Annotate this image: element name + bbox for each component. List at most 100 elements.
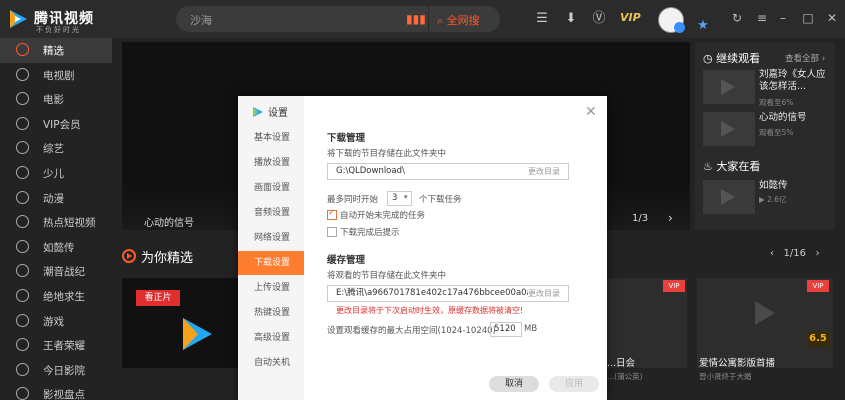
continue-thumb-2[interactable] bbox=[703, 112, 755, 146]
sidebar-item-variety[interactable]: 综艺 bbox=[0, 136, 112, 161]
continue-name-2[interactable]: 心动的信号 bbox=[759, 112, 833, 124]
popular-views-1: ▶ 2.6亿 bbox=[759, 195, 787, 204]
nav-network[interactable]: 网络设置 bbox=[238, 226, 304, 250]
close-icon[interactable]: ✕ bbox=[824, 10, 840, 26]
content-card-3[interactable]: VIP 6.5 爱情公寓影版首播 曾小贤终于大婚 bbox=[697, 278, 833, 381]
concurrent-prefix: 最多同时开始 bbox=[327, 195, 379, 205]
section-pager: ‹ 1/16 › bbox=[770, 248, 820, 259]
sidebar-item-pubg[interactable]: 绝地求生 bbox=[0, 284, 112, 309]
concurrent-suffix: 个下载任务 bbox=[419, 195, 462, 205]
search-all-label: ⌕ 全网搜 bbox=[437, 14, 480, 27]
chevron-left-icon[interactable]: ‹ bbox=[770, 248, 774, 259]
cancel-button[interactable]: 取消 bbox=[489, 376, 539, 392]
continue-thumb-1[interactable] bbox=[703, 70, 755, 104]
download-icon[interactable]: ⬇ bbox=[562, 10, 580, 28]
nav-advanced[interactable]: 高级设置 bbox=[238, 326, 304, 350]
notify-label: 下载完成后提示 bbox=[340, 228, 400, 238]
cache-max-input[interactable]: 5120 bbox=[490, 322, 522, 337]
download-heading: 下载管理 bbox=[327, 133, 366, 144]
search-input[interactable]: 沙海 ▮▮▮ bbox=[176, 6, 428, 32]
sidebar-item-shortvideo[interactable]: 热点短视频 bbox=[0, 210, 112, 235]
popular-title: ♨ 大家在看 bbox=[703, 160, 761, 173]
settings-title: 设置 bbox=[268, 108, 288, 119]
history-icon[interactable]: ☰ bbox=[533, 10, 551, 28]
concurrent-select[interactable]: 3 bbox=[387, 191, 412, 206]
cache-warning: 更改目录将于下次启动时生效，原缓存数据将被清空! bbox=[336, 306, 524, 315]
sidebar-item-ruyi[interactable]: 如懿传 bbox=[0, 235, 112, 260]
view-all-link[interactable]: 查看全部 › bbox=[785, 52, 825, 64]
content-card-1[interactable]: 看正片 bbox=[122, 278, 238, 368]
cache-change-dir-button[interactable]: 更改目录 bbox=[528, 288, 560, 299]
nav-picture[interactable]: 画面设置 bbox=[238, 176, 304, 200]
hot-search-icon[interactable]: ▮▮▮ bbox=[406, 12, 426, 26]
anime-icon bbox=[16, 190, 29, 204]
featured-icon bbox=[16, 43, 29, 56]
vip-icon bbox=[16, 116, 29, 130]
right-panel: ◷ 继续观看 查看全部 › 刘嘉玲《女人应该怎样活... 观看至6% 心动的信号… bbox=[695, 42, 835, 230]
search-all-button[interactable]: ⌕ 全网搜 bbox=[428, 6, 500, 32]
nav-auto-shutdown[interactable]: 自动关机 bbox=[238, 351, 304, 375]
sidebar-item-music[interactable]: 潮音战纪 bbox=[0, 259, 112, 284]
content-card-2[interactable]: VIP ...日会 ...(蒲公英) bbox=[607, 278, 687, 381]
refresh-icon[interactable]: ↻ bbox=[729, 10, 745, 26]
maximize-icon[interactable]: □ bbox=[800, 10, 816, 26]
top-bar: 腾讯视频 不负好时光 沙海 ▮▮▮ ⌕ 全网搜 ☰ ⬇ Ⓥ VIP ★ ↻ ≡ … bbox=[0, 0, 845, 38]
settings-logo-icon bbox=[253, 107, 263, 117]
sidebar: 精选 电视剧 电影 VIP会员 综艺 少儿 动漫 热点短视频 如懿传 潮音战纪 … bbox=[0, 38, 112, 400]
popular-thumb-1[interactable] bbox=[703, 180, 755, 214]
sidebar-item-anime[interactable]: 动漫 bbox=[0, 186, 112, 211]
game-icon bbox=[16, 288, 29, 302]
search-query: 沙海 bbox=[190, 14, 212, 27]
sidebar-item-tv[interactable]: 电视剧 bbox=[0, 63, 112, 88]
cache-desc: 将观看的节目存储在此文件夹中 bbox=[327, 271, 447, 281]
honor-icon bbox=[16, 338, 29, 352]
nav-audio[interactable]: 音频设置 bbox=[238, 201, 304, 225]
star-icon[interactable]: ★ bbox=[694, 17, 712, 35]
search-icon: ⌕ bbox=[437, 14, 444, 27]
continue-watching-title: ◷ 继续观看 bbox=[703, 52, 761, 65]
popular-name-1[interactable]: 如懿传 bbox=[759, 180, 833, 192]
app-window: 腾讯视频 不负好时光 沙海 ▮▮▮ ⌕ 全网搜 ☰ ⬇ Ⓥ VIP ★ ↻ ≡ … bbox=[0, 0, 845, 400]
sidebar-item-vip[interactable]: VIP会员 bbox=[0, 112, 112, 137]
close-icon[interactable]: ✕ bbox=[585, 104, 597, 120]
play-placeholder-icon bbox=[755, 301, 775, 325]
nav-upload[interactable]: 上传设置 bbox=[238, 276, 304, 300]
vip-badge: VIP bbox=[663, 280, 685, 292]
nav-download[interactable]: 下载设置 bbox=[238, 251, 304, 275]
chevron-right-icon[interactable]: › bbox=[668, 211, 673, 225]
auto-start-checkbox[interactable] bbox=[327, 208, 337, 220]
card-title-3: 爱情公寓影版首播 bbox=[699, 358, 776, 369]
play-logo-icon bbox=[183, 318, 212, 350]
review-icon bbox=[16, 387, 29, 400]
sidebar-item-review[interactable]: 影视盘点 bbox=[0, 382, 112, 400]
cache-max-label: 设置观看缓存的最大占用空间(1024-10240) bbox=[327, 326, 496, 336]
menu-icon[interactable]: ≡ bbox=[754, 10, 770, 26]
nav-basic[interactable]: 基本设置 bbox=[238, 126, 304, 150]
card-sub-2: ...(蒲公英) bbox=[607, 372, 643, 381]
nav-hotkey[interactable]: 热键设置 bbox=[238, 301, 304, 325]
app-logo[interactable]: 腾讯视频 不负好时光 bbox=[6, 5, 106, 34]
continue-name-1[interactable]: 刘嘉玲《女人应该怎样活... bbox=[759, 69, 833, 93]
cache-unit: MB bbox=[524, 324, 538, 334]
sidebar-item-kids[interactable]: 少儿 bbox=[0, 161, 112, 186]
notify-checkbox[interactable] bbox=[327, 227, 337, 237]
sidebar-item-featured[interactable]: 精选 bbox=[0, 38, 112, 63]
logo-slogan: 不负好时光 bbox=[36, 26, 81, 34]
apply-button[interactable]: 应用 bbox=[549, 376, 599, 392]
sidebar-item-cinema[interactable]: 今日影院 bbox=[0, 358, 112, 383]
banner-title: 心动的信号 bbox=[144, 218, 194, 229]
chevron-right-icon[interactable]: › bbox=[816, 248, 820, 259]
download-change-dir-button[interactable]: 更改目录 bbox=[528, 166, 560, 177]
sidebar-item-honor[interactable]: 王者荣耀 bbox=[0, 333, 112, 358]
movie-icon bbox=[16, 92, 29, 106]
sidebar-item-games[interactable]: 游戏 bbox=[0, 309, 112, 334]
banner-pager: 1/3 bbox=[632, 213, 649, 224]
vip-circle-icon[interactable]: Ⓥ bbox=[590, 10, 608, 28]
vip-link[interactable]: VIP bbox=[620, 11, 641, 24]
avatar-status-icon bbox=[674, 22, 685, 33]
music-icon bbox=[16, 264, 29, 278]
nav-playback[interactable]: 播放设置 bbox=[238, 151, 304, 175]
sidebar-item-movie[interactable]: 电影 bbox=[0, 87, 112, 112]
minimize-icon[interactable]: – bbox=[775, 10, 791, 26]
auto-start-label: 自动开始未完成的任务 bbox=[340, 211, 426, 221]
